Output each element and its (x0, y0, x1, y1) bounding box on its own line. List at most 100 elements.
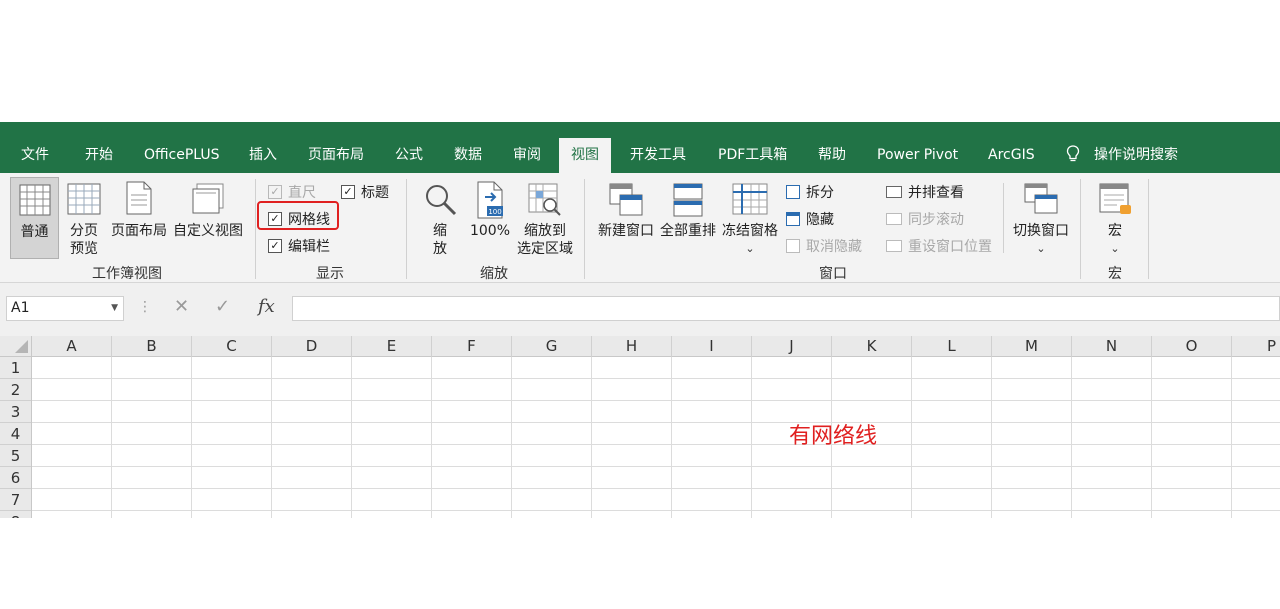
enter-icon[interactable]: ✓ (215, 296, 230, 317)
row-header[interactable]: 5 (0, 445, 31, 467)
column-header[interactable]: P (1232, 336, 1280, 357)
side-by-side-icon (886, 186, 902, 198)
column-header[interactable]: L (912, 336, 992, 357)
headings-checkbox[interactable]: ✓ 标题 (341, 182, 389, 202)
row-header[interactable]: 1 (0, 357, 31, 379)
custom-views-button[interactable]: 自定义视图 (172, 177, 244, 259)
ruler-check-icon: ✓ (268, 185, 282, 199)
magnifier-icon (426, 185, 457, 216)
tab-developer[interactable]: 开发工具 (630, 134, 686, 173)
tab-help[interactable]: 帮助 (818, 134, 846, 173)
synchronous-scrolling-button[interactable]: 同步滚动 (886, 209, 964, 229)
column-header[interactable]: F (432, 336, 512, 357)
group-separator (255, 179, 256, 279)
freeze-panes-label: 冻结窗格 (722, 223, 778, 239)
column-header[interactable]: I (672, 336, 752, 357)
name-box[interactable]: A1 ▼ (6, 296, 124, 321)
row-header[interactable]: 3 (0, 401, 31, 423)
page-layout-view-button[interactable]: 页面布局 (108, 177, 170, 259)
column-header[interactable]: D (272, 336, 352, 357)
tab-data[interactable]: 数据 (454, 134, 482, 173)
macros-label: 宏 (1108, 223, 1122, 239)
switch-windows-label: 切换窗口 (1013, 223, 1069, 239)
column-header[interactable]: J (752, 336, 832, 357)
column-header[interactable]: K (832, 336, 912, 357)
tab-review[interactable]: 审阅 (513, 134, 541, 173)
row-header[interactable]: 2 (0, 379, 31, 401)
column-header[interactable]: N (1072, 336, 1152, 357)
tab-pdf-toolbox[interactable]: PDF工具箱 (718, 134, 787, 173)
column-header[interactable]: C (192, 336, 272, 357)
tab-arcgis[interactable]: ArcGIS (988, 134, 1035, 173)
title-bar (0, 122, 1280, 134)
cell-area[interactable] (32, 357, 1280, 518)
page-break-label-1: 分页 (70, 223, 98, 239)
new-window-button[interactable]: 新建窗口 (596, 177, 656, 259)
reset-window-position-button[interactable]: 重设窗口位置 (886, 236, 992, 256)
row-header[interactable]: 6 (0, 467, 31, 489)
tab-power-pivot[interactable]: Power Pivot (877, 134, 958, 173)
tell-me-search[interactable]: 操作说明搜索 (1066, 134, 1178, 173)
formula-input[interactable] (292, 296, 1280, 321)
tab-page-layout[interactable]: 页面布局 (308, 134, 364, 173)
split-icon (786, 185, 800, 199)
cancel-icon[interactable]: ✕ (174, 296, 189, 317)
tab-formulas[interactable]: 公式 (395, 134, 423, 173)
arrange-all-icon (673, 183, 703, 217)
split-button[interactable]: 拆分 (786, 182, 834, 202)
row-headers: 1 2 3 4 5 6 7 8 (0, 357, 32, 518)
arrange-all-button[interactable]: 全部重排 (658, 177, 718, 259)
row-header[interactable]: 8 (0, 511, 31, 518)
column-header[interactable]: G (512, 336, 592, 357)
formula-bar-check-icon: ✓ (268, 239, 282, 253)
zoom-button[interactable]: 缩 放 (418, 177, 462, 259)
normal-view-label: 普通 (20, 224, 49, 240)
zoom-to-selection-button[interactable]: 缩放到 选定区域 (514, 177, 576, 259)
zoom-100-icon: 100 (477, 181, 503, 219)
zoom-100-label: 100% (469, 223, 511, 239)
tab-view[interactable]: 视图 (559, 138, 611, 173)
normal-view-icon (19, 184, 51, 216)
page-break-preview-button[interactable]: 分页 预览 (64, 177, 104, 259)
switch-windows-button[interactable]: 切换窗口 ⌄ (1010, 177, 1072, 259)
freeze-panes-dropdown-icon: ⌄ (745, 242, 755, 255)
normal-view-button[interactable]: 普通 (10, 177, 59, 259)
page-layout-icon (126, 181, 152, 215)
lightbulb-icon (1066, 144, 1080, 161)
tab-file[interactable]: 文件 (21, 134, 49, 173)
headings-label: 标题 (361, 185, 389, 201)
switch-windows-icon (1024, 183, 1058, 214)
row-header[interactable]: 4 (0, 423, 31, 445)
hide-label: 隐藏 (806, 212, 834, 228)
column-header[interactable]: M (992, 336, 1072, 357)
tab-home[interactable]: 开始 (85, 134, 113, 173)
zoom-label-2: 放 (433, 241, 447, 257)
page-break-preview-icon (67, 183, 101, 215)
zoom-100-icon-text: 100 (488, 208, 501, 216)
page-break-label-2: 预览 (70, 241, 98, 257)
select-all-button[interactable] (0, 336, 32, 357)
column-header[interactable]: E (352, 336, 432, 357)
unhide-icon (786, 239, 800, 253)
column-header[interactable]: H (592, 336, 672, 357)
formula-bar-checkbox[interactable]: ✓ 编辑栏 (268, 236, 330, 256)
group-label-window: 窗口 (819, 266, 847, 282)
name-box-dropdown-icon[interactable]: ▼ (111, 297, 118, 320)
hide-button[interactable]: 隐藏 (786, 209, 834, 229)
freeze-panes-button[interactable]: 冻结窗格 ⌄ (720, 177, 780, 259)
insert-function-icon[interactable]: fx (258, 296, 275, 317)
reset-position-label: 重设窗口位置 (908, 239, 992, 255)
tab-officeplus[interactable]: OfficePLUS (144, 134, 220, 173)
macros-button[interactable]: 宏 ⌄ (1094, 177, 1136, 259)
ruler-checkbox[interactable]: ✓ 直尺 (268, 182, 316, 202)
arrange-all-label: 全部重排 (660, 223, 716, 239)
column-header[interactable]: A (32, 336, 112, 357)
view-side-by-side-button[interactable]: 并排查看 (886, 182, 964, 202)
tab-insert[interactable]: 插入 (249, 134, 277, 173)
row-header[interactable]: 7 (0, 489, 31, 511)
column-header[interactable]: O (1152, 336, 1232, 357)
window-inner-separator (1003, 183, 1004, 253)
column-header[interactable]: B (112, 336, 192, 357)
zoom-100-button[interactable]: 100 100% (468, 177, 512, 259)
unhide-button[interactable]: 取消隐藏 (786, 236, 862, 256)
